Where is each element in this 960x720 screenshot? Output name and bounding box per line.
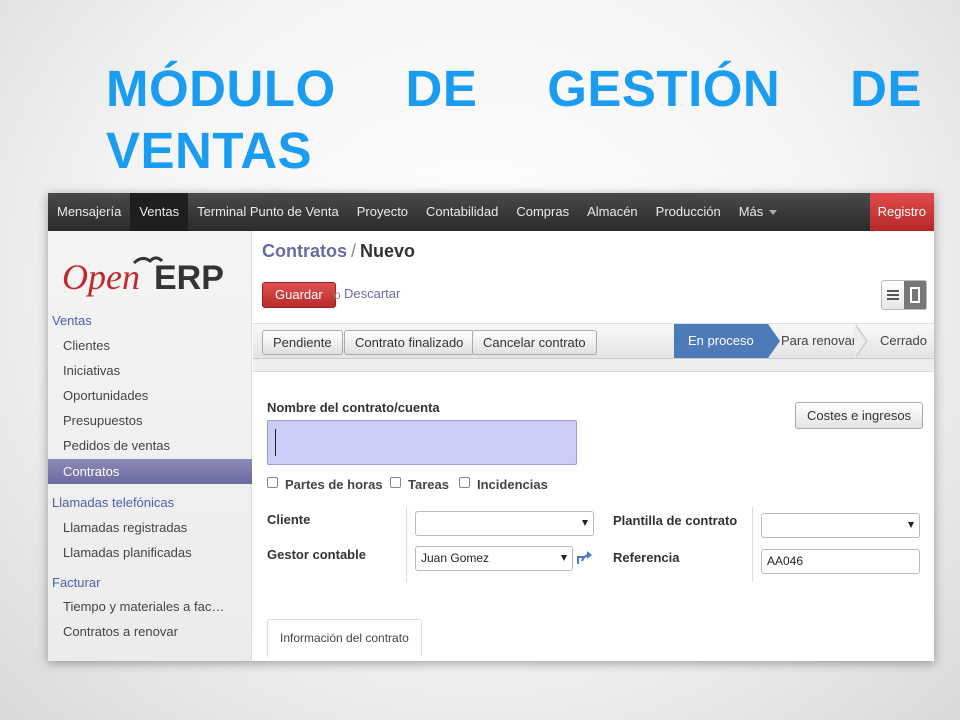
dropdown-arrow-icon (908, 522, 914, 528)
or-text: o (334, 288, 341, 302)
incidencias-checkbox[interactable] (459, 477, 470, 488)
sidebar-item-contratos-a-renovar[interactable]: Contratos a renovar (63, 624, 178, 639)
logo-erp-text: ERP (154, 259, 224, 297)
incidencias-label: Incidencias (477, 477, 548, 492)
menu-ventas[interactable]: Ventas (130, 193, 189, 231)
menu-compras[interactable]: Compras (507, 193, 578, 231)
gestor-contable-select[interactable]: Juan Gomez (415, 546, 573, 571)
breadcrumb: Contratos / Nuevo (262, 241, 415, 262)
title-word: DE (850, 60, 922, 117)
referencia-input[interactable]: AA046 (761, 549, 920, 574)
discard-link[interactable]: Descartar (344, 286, 400, 301)
field-divider (406, 507, 407, 582)
sidebar-item-oportunidades[interactable]: Oportunidades (63, 388, 148, 403)
sidebar-item-tiempo-y-materiales[interactable]: Tiempo y materiales a fac… (63, 599, 224, 614)
sidebar-item-llamadas-registradas[interactable]: Llamadas registradas (63, 520, 187, 535)
stage-cerrado[interactable]: Cerrado (880, 324, 927, 358)
logo-icon: Open ERP (62, 256, 224, 297)
external-link-icon[interactable] (576, 550, 594, 566)
title-word: DE (405, 60, 478, 117)
plantilla-contrato-label: Plantilla de contrato (613, 513, 738, 528)
sidebar-item-iniciativas[interactable]: Iniciativas (63, 363, 120, 378)
sidebar-item-clientes[interactable]: Clientes (63, 338, 110, 353)
save-button[interactable]: Guardar (262, 282, 336, 308)
contract-name-input[interactable] (267, 420, 577, 465)
slide-title: MÓDULO DE GESTIÓN DE VENTAS (106, 58, 922, 182)
menu-mas-label: Más (738, 204, 764, 219)
contrato-finalizado-button[interactable]: Contrato finalizado (344, 330, 475, 355)
registro-button[interactable]: Registro (869, 193, 934, 231)
menu-proyecto[interactable]: Proyecto (348, 193, 417, 231)
breadcrumb-contratos-link[interactable]: Contratos (262, 241, 347, 261)
cancelar-contrato-button[interactable]: Cancelar contrato (472, 330, 597, 355)
sidebar-item-contratos[interactable]: Contratos (48, 459, 252, 484)
title-line2: VENTAS (106, 122, 313, 179)
text-cursor (275, 429, 276, 456)
title-word: GESTIÓN (547, 60, 781, 117)
form-view-button[interactable] (904, 281, 926, 309)
tab-informacion-contrato[interactable]: Información del contrato (267, 619, 422, 657)
menu-mensajeria[interactable]: Mensajería (48, 193, 130, 231)
plantilla-contrato-select[interactable] (761, 513, 920, 538)
form-sheet: Nombre del contrato/cuenta Costes e ingr… (253, 371, 934, 661)
gestor-contable-value: Juan Gomez (421, 551, 490, 565)
sidebar-item-pedidos-de-ventas[interactable]: Pedidos de ventas (63, 438, 170, 453)
view-switcher (881, 280, 927, 310)
main-content: Contratos / Nuevo Guardar o Descartar Pend… (253, 231, 934, 661)
sidebar-section-llamadas[interactable]: Llamadas telefónicas (52, 495, 174, 510)
stage-en-proceso[interactable]: En proceso (674, 324, 768, 358)
gestor-contable-label: Gestor contable (267, 547, 366, 562)
sidebar-item-llamadas-planificadas[interactable]: Llamadas planificadas (63, 545, 192, 560)
sidebar-section-facturar[interactable]: Facturar (52, 575, 100, 590)
list-view-button[interactable] (882, 281, 904, 309)
logo-open-text: Open (62, 257, 140, 297)
tareas-checkbox[interactable] (390, 477, 401, 488)
pendiente-button[interactable]: Pendiente (262, 330, 343, 355)
costes-ingresos-button[interactable]: Costes e ingresos (795, 402, 924, 429)
menu-mas[interactable]: Más (730, 193, 787, 231)
sidebar: Open ERP Ventas Clientes Iniciativas Opo… (48, 231, 252, 661)
referencia-label: Referencia (613, 550, 680, 565)
partes-de-horas-label: Partes de horas (285, 477, 383, 492)
tareas-label: Tareas (408, 477, 449, 492)
name-label: Nombre del contrato/cuenta (267, 400, 440, 415)
sidebar-item-presupuestos[interactable]: Presupuestos (63, 413, 143, 428)
menu-contabilidad[interactable]: Contabilidad (417, 193, 507, 231)
openerp-logo: Open ERP (62, 249, 242, 299)
stage-para-renovar[interactable]: Para renovar (781, 324, 856, 358)
status-bar: Pendiente Contrato finalizado Cancelar c… (253, 323, 934, 359)
title-word: MÓDULO (106, 60, 336, 117)
dropdown-arrow-icon (582, 520, 588, 526)
menu-produccion[interactable]: Producción (647, 193, 730, 231)
breadcrumb-separator: / (351, 241, 357, 261)
menu-terminal-punto-de-venta[interactable]: Terminal Punto de Venta (188, 193, 348, 231)
field-divider (752, 507, 753, 582)
form-icon (910, 287, 920, 303)
stage-chevron (768, 324, 780, 358)
caret-down-icon (769, 210, 778, 216)
menu-almacen[interactable]: Almacén (578, 193, 647, 231)
cliente-select[interactable] (415, 511, 594, 536)
erp-screenshot: Mensajería Ventas Terminal Punto de Vent… (48, 193, 934, 661)
breadcrumb-current: Nuevo (360, 241, 416, 261)
dropdown-arrow-icon (561, 555, 567, 561)
top-menu-bar: Mensajería Ventas Terminal Punto de Vent… (48, 193, 934, 231)
cliente-label: Cliente (267, 512, 311, 527)
stage-chevron (854, 324, 866, 358)
sidebar-section-ventas[interactable]: Ventas (52, 313, 92, 328)
partes-de-horas-checkbox[interactable] (267, 477, 278, 488)
list-icon (887, 290, 899, 300)
